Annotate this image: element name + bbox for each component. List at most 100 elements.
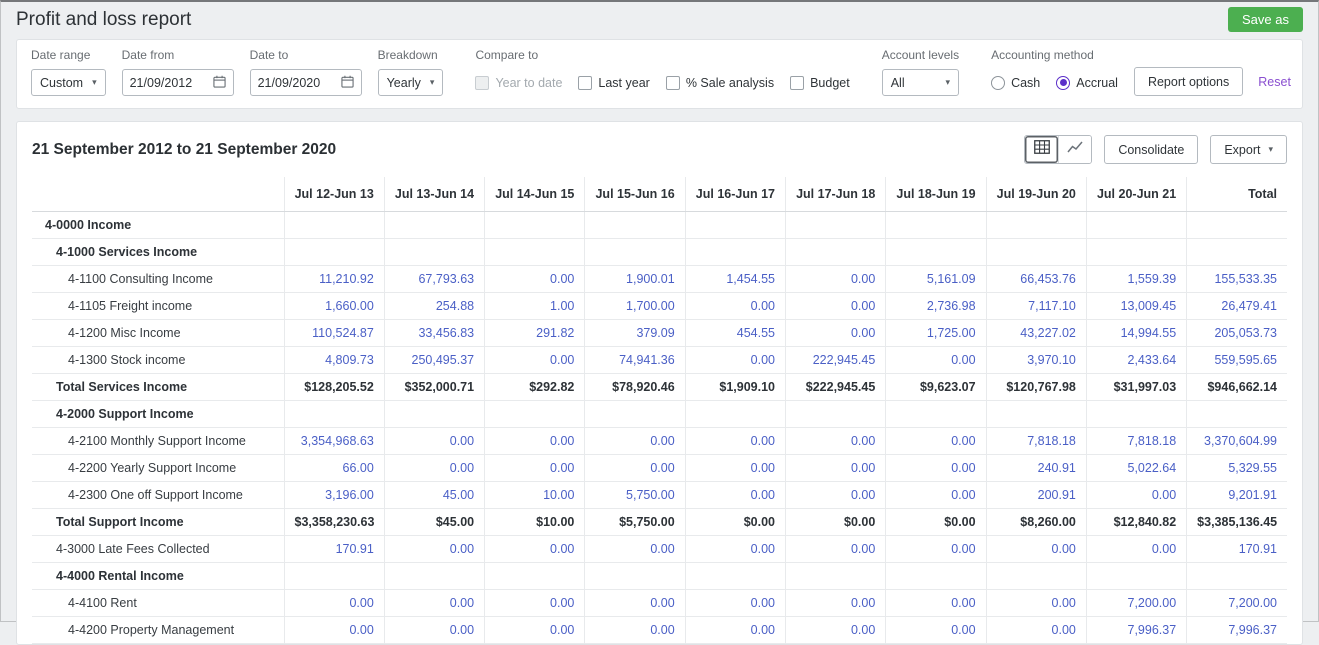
amount-cell[interactable]: 3,970.10 [985,346,1087,374]
radio-icon[interactable] [1056,75,1071,90]
amount-cell[interactable]: 0.00 [383,427,485,455]
amount-cell[interactable]: 13,009.45 [1085,292,1187,320]
amount-cell[interactable]: 1,454.55 [684,265,786,293]
amount-cell[interactable]: 3,196.00 [283,481,385,509]
amount-cell[interactable]: 0.00 [484,535,585,563]
amount-cell[interactable]: 45.00 [383,481,485,509]
radio-icon[interactable] [991,75,1006,90]
amount-cell[interactable]: 0.00 [383,589,485,617]
amount-cell[interactable]: 7,996.37 [1186,616,1287,644]
amount-cell[interactable]: 0.00 [885,589,987,617]
amount-cell[interactable]: 0.00 [584,454,686,482]
amount-cell[interactable]: 0.00 [484,589,585,617]
amount-cell[interactable]: 5,161.09 [885,265,987,293]
amount-cell[interactable]: 0.00 [684,454,786,482]
amount-cell[interactable]: 200.91 [985,481,1087,509]
checkbox-sale-analysis[interactable]: % Sale analysis [665,75,774,90]
checkbox-icon[interactable] [665,75,680,90]
checkbox-budget[interactable]: Budget [790,75,850,90]
amount-cell[interactable]: 0.00 [684,481,786,509]
amount-cell[interactable]: 0.00 [383,616,485,644]
amount-cell[interactable]: 1.00 [484,292,585,320]
checkbox-icon[interactable] [578,75,593,90]
amount-cell[interactable]: 1,660.00 [283,292,385,320]
amount-cell[interactable]: 9,201.91 [1186,481,1287,509]
report-options-button[interactable]: Report options [1133,67,1244,96]
amount-cell[interactable]: 0.00 [784,265,886,293]
amount-cell[interactable]: 0.00 [784,292,886,320]
amount-cell[interactable]: 0.00 [885,481,987,509]
amount-cell[interactable]: 4,809.73 [283,346,385,374]
amount-cell[interactable]: 0.00 [985,535,1087,563]
table-view-toggle[interactable] [1025,136,1059,163]
amount-cell[interactable]: 0.00 [584,535,686,563]
export-button[interactable]: Export ▾ [1210,135,1287,164]
amount-cell[interactable]: 0.00 [684,616,786,644]
amount-cell[interactable]: 43,227.02 [985,319,1087,347]
amount-cell[interactable]: 0.00 [684,589,786,617]
amount-cell[interactable]: 0.00 [885,616,987,644]
amount-cell[interactable]: 0.00 [383,454,485,482]
amount-cell[interactable]: 0.00 [484,346,585,374]
amount-cell[interactable]: 26,479.41 [1186,292,1287,320]
amount-cell[interactable]: 454.55 [684,319,786,347]
consolidate-button[interactable]: Consolidate [1104,135,1199,164]
calendar-icon[interactable] [212,75,226,91]
checkbox-icon[interactable] [790,75,805,90]
amount-cell[interactable]: 559,595.65 [1186,346,1287,374]
amount-cell[interactable]: 7,200.00 [1186,589,1287,617]
calendar-icon[interactable] [340,75,354,91]
amount-cell[interactable]: 0.00 [985,589,1087,617]
amount-cell[interactable]: 1,559.39 [1085,265,1187,293]
amount-cell[interactable]: 0.00 [885,346,987,374]
amount-cell[interactable]: 0.00 [885,535,987,563]
amount-cell[interactable]: 0.00 [885,454,987,482]
amount-cell[interactable]: 0.00 [383,535,485,563]
amount-cell[interactable]: 291.82 [484,319,585,347]
amount-cell[interactable]: 7,200.00 [1085,589,1187,617]
amount-cell[interactable]: 0.00 [584,589,686,617]
amount-cell[interactable]: 250,495.37 [383,346,485,374]
amount-cell[interactable]: 0.00 [784,589,886,617]
amount-cell[interactable]: 0.00 [684,346,786,374]
amount-cell[interactable]: 0.00 [784,454,886,482]
chart-view-toggle[interactable] [1058,136,1092,163]
amount-cell[interactable]: 0.00 [784,481,886,509]
amount-cell[interactable]: 0.00 [484,265,585,293]
amount-cell[interactable]: 0.00 [1085,535,1187,563]
amount-cell[interactable]: 33,456.83 [383,319,485,347]
reset-link[interactable]: Reset [1258,75,1291,89]
amount-cell[interactable]: 66.00 [283,454,385,482]
amount-cell[interactable]: 10.00 [484,481,585,509]
amount-cell[interactable]: 5,750.00 [584,481,686,509]
amount-cell[interactable]: 170.91 [283,535,385,563]
amount-cell[interactable]: 0.00 [283,589,385,617]
amount-cell[interactable]: 2,433.64 [1085,346,1187,374]
amount-cell[interactable]: 0.00 [283,616,385,644]
radio-accrual[interactable]: Accrual [1056,75,1118,90]
amount-cell[interactable]: 1,900.01 [584,265,686,293]
amount-cell[interactable]: 0.00 [484,454,585,482]
amount-cell[interactable]: 2,736.98 [885,292,987,320]
amount-cell[interactable]: 3,370,604.99 [1186,427,1287,455]
amount-cell[interactable]: 0.00 [784,319,886,347]
amount-cell[interactable]: 0.00 [584,616,686,644]
amount-cell[interactable]: 7,818.18 [985,427,1087,455]
amount-cell[interactable]: 1,725.00 [885,319,987,347]
amount-cell[interactable]: 0.00 [1085,481,1187,509]
amount-cell[interactable]: 222,945.45 [784,346,886,374]
amount-cell[interactable]: 7,818.18 [1085,427,1187,455]
amount-cell[interactable]: 0.00 [784,616,886,644]
amount-cell[interactable]: 11,210.92 [283,265,385,293]
amount-cell[interactable]: 254.88 [383,292,485,320]
radio-cash[interactable]: Cash [991,75,1040,90]
amount-cell[interactable]: 3,354,968.63 [283,427,385,455]
amount-cell[interactable]: 0.00 [784,427,886,455]
amount-cell[interactable]: 379.09 [584,319,686,347]
amount-cell[interactable]: 0.00 [684,427,786,455]
date-from-input[interactable]: 21/09/2012 [121,69,234,96]
amount-cell[interactable]: 1,700.00 [584,292,686,320]
amount-cell[interactable]: 14,994.55 [1085,319,1187,347]
amount-cell[interactable]: 5,329.55 [1186,454,1287,482]
amount-cell[interactable]: 0.00 [584,427,686,455]
